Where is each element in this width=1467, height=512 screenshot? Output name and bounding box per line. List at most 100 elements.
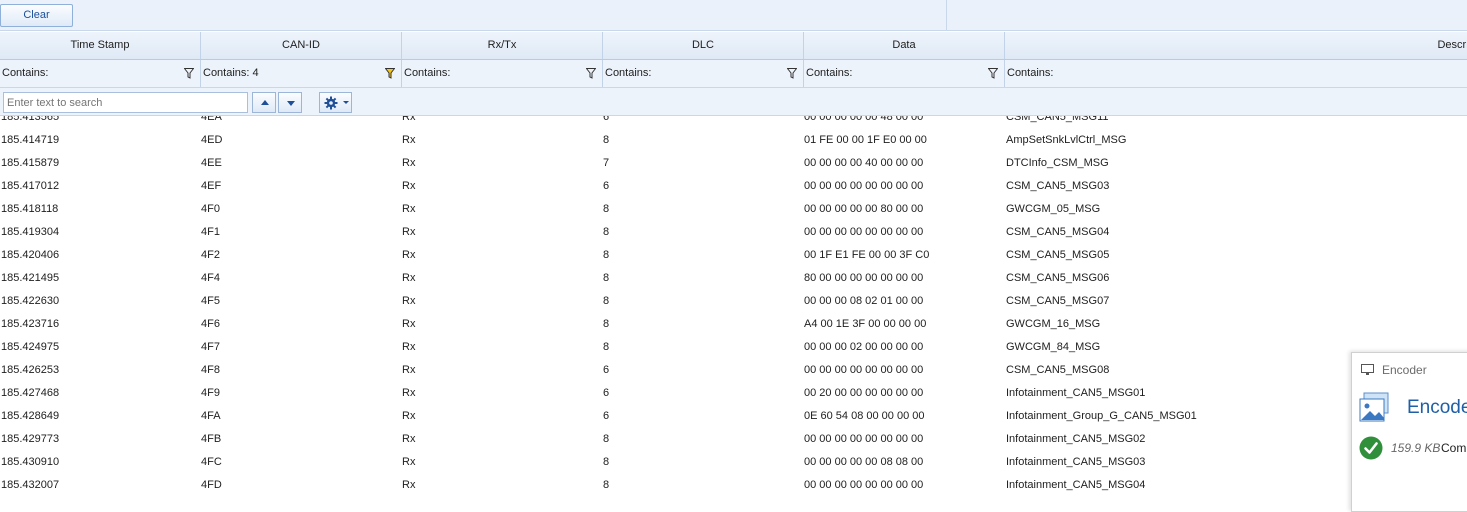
table-row[interactable]: 185.422630 4F5 Rx 8 00 00 00 08 02 01 00 00 C… xyxy=(0,290,1467,313)
cell-dlc: 6 xyxy=(603,180,610,192)
cell-description: Infotainment_CAN5_MSG04 xyxy=(1006,479,1146,491)
arrow-up-icon xyxy=(261,100,269,105)
cell-timestamp: 185.420406 xyxy=(1,249,60,261)
table-row[interactable]: 185.418118 4F0 Rx 8 00 00 00 00 00 80 00 00 G… xyxy=(0,198,1467,221)
table-row[interactable]: 185.419304 4F1 Rx 8 00 00 00 00 00 00 00 00 C… xyxy=(0,221,1467,244)
table-row[interactable]: 185.415879 4EE Rx 7 00 00 00 00 40 00 00 00 D… xyxy=(0,152,1467,175)
find-next-button[interactable] xyxy=(278,92,302,113)
search-panel xyxy=(0,88,1467,116)
cell-timestamp: 185.426253 xyxy=(1,364,60,376)
cell-dlc: 6 xyxy=(603,387,610,399)
cell-data: 00 00 00 08 02 01 00 00 xyxy=(804,295,924,307)
column-header-dlc[interactable]: DLC xyxy=(603,32,804,59)
table-row[interactable]: 185.430910 4FC Rx 8 00 00 00 00 00 08 08 00 I… xyxy=(0,451,1467,474)
cell-dlc: 6 xyxy=(603,364,610,376)
table-row[interactable]: 185.428649 4FA Rx 6 0E 60 54 08 00 00 00 00 I… xyxy=(0,405,1467,428)
cell-description: Infotainment_CAN5_MSG02 xyxy=(1006,433,1146,445)
cell-description: Infotainment_CAN5_MSG01 xyxy=(1006,387,1146,399)
filter-cell-timestamp[interactable]: Contains: xyxy=(0,60,201,87)
cell-rx-tx: Rx xyxy=(402,226,416,238)
cell-dlc: 6 xyxy=(603,410,610,422)
cell-dlc: 8 xyxy=(603,318,610,330)
cell-description: CSM_CAN5_MSG08 xyxy=(1006,364,1110,376)
cell-data: 00 00 00 00 00 48 00 00 xyxy=(804,116,924,123)
table-row[interactable]: 185.432007 4FD Rx 8 00 00 00 00 00 00 00 00 I… xyxy=(0,474,1467,497)
arrow-down-icon xyxy=(287,101,295,106)
column-header-can-id[interactable]: CAN-ID xyxy=(201,32,402,59)
find-previous-button[interactable] xyxy=(252,92,276,113)
cell-rx-tx: Rx xyxy=(402,341,416,353)
filter-cell-description[interactable]: Contains: xyxy=(1005,60,1467,87)
table-row[interactable]: 185.420406 4F2 Rx 8 00 1F E1 FE 00 00 3F C0 C… xyxy=(0,244,1467,267)
cell-dlc: 7 xyxy=(603,157,610,169)
cell-timestamp: 185.418118 xyxy=(1,203,59,215)
table-row[interactable]: 185.413565 4EA Rx 6 00 00 00 00 00 48 00 00 C… xyxy=(0,116,1467,129)
cell-timestamp: 185.423716 xyxy=(1,318,60,330)
filter-cell-can-id[interactable]: Contains: 4 xyxy=(201,60,402,87)
cell-data: A4 00 1E 3F 00 00 00 00 xyxy=(804,318,927,330)
filter-funnel-icon[interactable] xyxy=(787,68,797,79)
table-rows: 185.413565 4EA Rx 6 00 00 00 00 00 48 00 00 C… xyxy=(0,116,1467,497)
cell-rx-tx: Rx xyxy=(402,116,416,123)
cell-data: 00 20 00 00 00 00 00 00 xyxy=(804,387,924,399)
monitor-icon xyxy=(1361,364,1374,375)
cell-rx-tx: Rx xyxy=(402,272,416,284)
cell-rx-tx: Rx xyxy=(402,387,416,399)
notification-file-size: 159.9 KB xyxy=(1391,441,1441,455)
cell-can-id: 4F2 xyxy=(201,249,220,261)
table-row[interactable]: 185.429773 4FB Rx 8 00 00 00 00 00 00 00 00 I… xyxy=(0,428,1467,451)
cell-description: CSM_CAN5_MSG07 xyxy=(1006,295,1110,307)
table-row[interactable]: 185.423716 4F6 Rx 8 A4 00 1E 3F 00 00 00 00 G… xyxy=(0,313,1467,336)
column-header-rx-tx[interactable]: Rx/Tx xyxy=(402,32,603,59)
cell-timestamp: 185.422630 xyxy=(1,295,60,307)
filter-row: Contains: Contains: 4 Contains: Contains… xyxy=(0,60,1467,88)
filter-funnel-icon[interactable] xyxy=(586,68,596,79)
cell-description: Infotainment_CAN5_MSG03 xyxy=(1006,456,1146,468)
cell-can-id: 4EF xyxy=(201,180,222,192)
cell-data: 00 1F E1 FE 00 00 3F C0 xyxy=(804,249,930,261)
table-row[interactable]: 185.421495 4F4 Rx 8 80 00 00 00 00 00 00 00 C… xyxy=(0,267,1467,290)
filter-cell-data[interactable]: Contains: xyxy=(804,60,1005,87)
cell-dlc: 8 xyxy=(603,479,610,491)
filter-cell-rx-tx[interactable]: Contains: xyxy=(402,60,603,87)
cell-dlc: 8 xyxy=(603,295,610,307)
table-row[interactable]: 185.414719 4ED Rx 8 01 FE 00 00 1F E0 00 00 A… xyxy=(0,129,1467,152)
column-header-description[interactable]: Description xyxy=(1005,32,1467,59)
cell-can-id: 4FA xyxy=(201,410,221,422)
table-body: 185.413565 4EA Rx 6 00 00 00 00 00 48 00 00 C… xyxy=(0,116,1467,503)
cell-can-id: 4F1 xyxy=(201,226,220,238)
table-row[interactable]: 185.424975 4F7 Rx 8 00 00 00 02 00 00 00 00 G… xyxy=(0,336,1467,359)
column-header-timestamp[interactable]: Time Stamp xyxy=(0,32,201,59)
column-header-data[interactable]: Data xyxy=(804,32,1005,59)
cell-data: 00 00 00 00 00 00 00 00 xyxy=(804,180,924,192)
cell-data: 00 00 00 00 00 08 08 00 xyxy=(804,456,924,468)
cell-rx-tx: Rx xyxy=(402,433,416,445)
search-options-button[interactable] xyxy=(319,92,352,113)
cell-description: GWCGM_05_MSG xyxy=(1006,203,1101,215)
filter-text: Contains: xyxy=(2,67,49,79)
filter-funnel-icon[interactable] xyxy=(184,68,194,79)
toolbar: Clear xyxy=(0,0,1467,31)
cell-timestamp: 185.429773 xyxy=(1,433,60,445)
filter-funnel-active-icon[interactable] xyxy=(385,68,395,79)
cell-rx-tx: Rx xyxy=(402,295,416,307)
search-input[interactable] xyxy=(3,92,248,113)
encoder-notification[interactable]: Encoder Encoder 159.9 KB Comp xyxy=(1351,352,1467,512)
cell-description: CSM_CAN5_MSG11 xyxy=(1006,116,1109,123)
cell-can-id: 4FB xyxy=(201,433,222,445)
cell-data: 01 FE 00 00 1F E0 00 00 xyxy=(804,134,927,146)
cell-can-id: 4F8 xyxy=(201,364,220,376)
clear-button[interactable]: Clear xyxy=(0,4,73,27)
filter-cell-dlc[interactable]: Contains: xyxy=(603,60,804,87)
filter-text: Contains: xyxy=(404,67,451,79)
table-row[interactable]: 185.417012 4EF Rx 6 00 00 00 00 00 00 00 00 C… xyxy=(0,175,1467,198)
cell-timestamp: 185.417012 xyxy=(1,180,60,192)
cell-dlc: 8 xyxy=(603,249,610,261)
cell-can-id: 4F5 xyxy=(201,295,220,307)
filter-funnel-icon[interactable] xyxy=(988,68,998,79)
gear-icon xyxy=(324,96,338,110)
cell-timestamp: 185.424975 xyxy=(1,341,60,353)
cell-rx-tx: Rx xyxy=(402,364,416,376)
table-row[interactable]: 185.427468 4F9 Rx 6 00 20 00 00 00 00 00 00 I… xyxy=(0,382,1467,405)
table-row[interactable]: 185.426253 4F8 Rx 6 00 00 00 00 00 00 00 00 C… xyxy=(0,359,1467,382)
